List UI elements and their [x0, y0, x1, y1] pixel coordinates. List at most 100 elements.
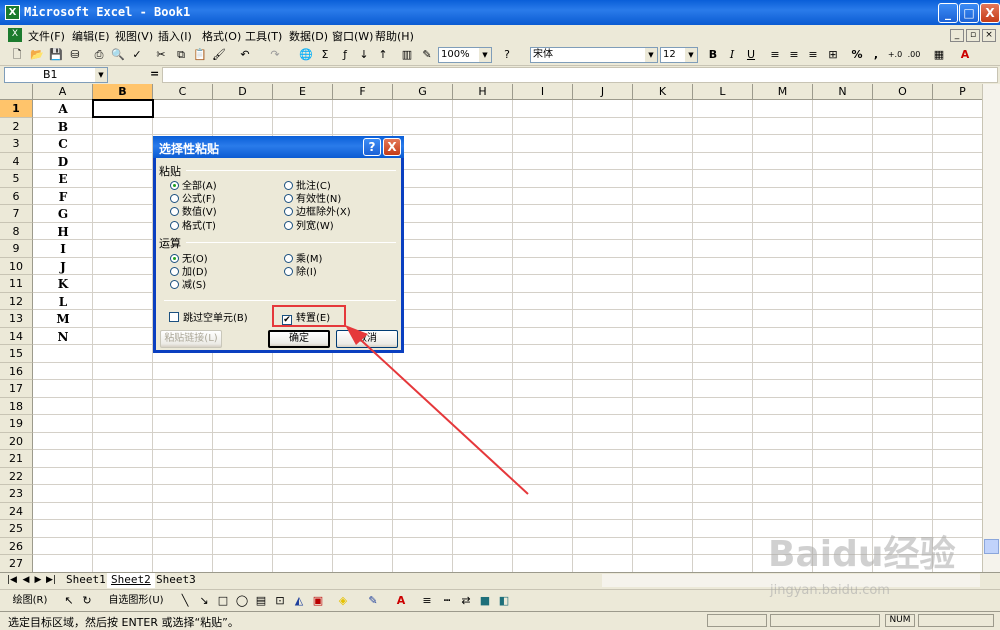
- percent-button[interactable]: %: [848, 46, 866, 64]
- cut-icon[interactable]: ✂: [152, 46, 170, 64]
- wordart-icon[interactable]: ⊡: [271, 592, 289, 610]
- 3d-icon[interactable]: ◧: [495, 592, 513, 610]
- worksheet-grid[interactable]: A B C D E F G H I J K L M N O P 1 2 3 4 5 6 7 8 9 10 11 12 13 14 15 16 1…: [0, 84, 982, 572]
- undo-icon[interactable]: ↶: [236, 46, 254, 64]
- row-header[interactable]: 6: [0, 187, 33, 205]
- row-header[interactable]: 7: [0, 205, 33, 223]
- bold-button[interactable]: B: [704, 46, 722, 64]
- cell-a[interactable]: F: [33, 188, 93, 206]
- scroll-thumb[interactable]: [984, 539, 999, 554]
- cell-a[interactable]: L: [33, 293, 93, 311]
- row-header[interactable]: 20: [0, 432, 33, 450]
- menu-insert[interactable]: 插入(I): [158, 28, 192, 44]
- skip-blanks-checkbox[interactable]: 跳过空单元(B): [169, 309, 248, 324]
- doc-close-button[interactable]: ×: [982, 29, 996, 42]
- row-header[interactable]: 18: [0, 397, 33, 415]
- font-select[interactable]: 宋体 ▼: [530, 47, 658, 63]
- formula-input[interactable]: [162, 67, 998, 83]
- name-box[interactable]: B1 ▼: [4, 67, 108, 83]
- workbook-icon[interactable]: X: [8, 28, 22, 42]
- rectangle-icon[interactable]: □: [214, 592, 232, 610]
- column-header[interactable]: F: [333, 84, 393, 100]
- line-icon[interactable]: ╲: [176, 592, 194, 610]
- ok-button[interactable]: 确定: [268, 330, 330, 348]
- increase-decimal-icon[interactable]: +.0: [886, 46, 904, 64]
- borders-icon[interactable]: ▦: [930, 46, 948, 64]
- column-header[interactable]: B: [93, 84, 153, 100]
- tab-last-icon[interactable]: ▶|: [45, 574, 57, 587]
- chart-wizard-icon[interactable]: ▥: [398, 46, 416, 64]
- arrow-icon[interactable]: ↘: [195, 592, 213, 610]
- row-header[interactable]: 19: [0, 415, 33, 433]
- column-header[interactable]: P: [933, 84, 982, 100]
- comma-button[interactable]: ,: [867, 46, 885, 64]
- row-header[interactable]: 27: [0, 555, 33, 572]
- column-header[interactable]: E: [273, 84, 333, 100]
- row-header[interactable]: 21: [0, 450, 33, 468]
- close-button[interactable]: X: [980, 3, 1000, 23]
- select-objects-icon[interactable]: ↖: [60, 592, 78, 610]
- tab-first-icon[interactable]: |◀: [6, 574, 18, 587]
- paste-column-widths-radio[interactable]: 列宽(W): [284, 217, 334, 232]
- cell-a[interactable]: H: [33, 223, 93, 241]
- column-header[interactable]: A: [33, 84, 93, 100]
- italic-button[interactable]: I: [723, 46, 741, 64]
- maximize-button[interactable]: □: [959, 3, 979, 23]
- arrow-style-icon[interactable]: ⇄: [457, 592, 475, 610]
- row-header[interactable]: 12: [0, 292, 33, 310]
- cancel-button[interactable]: 取消: [336, 330, 398, 348]
- row-header[interactable]: 24: [0, 502, 33, 520]
- font-size-select[interactable]: 12 ▼: [660, 47, 698, 63]
- cell-a[interactable]: K: [33, 275, 93, 293]
- font-color-icon[interactable]: A: [956, 46, 974, 64]
- menu-edit[interactable]: 编辑(E): [72, 28, 110, 44]
- underline-button[interactable]: U: [742, 46, 760, 64]
- excel-app-icon[interactable]: X: [5, 5, 20, 20]
- textbox-icon[interactable]: ▤: [252, 592, 270, 610]
- autosum-icon[interactable]: Σ: [316, 46, 334, 64]
- cell-a[interactable]: G: [33, 205, 93, 223]
- merge-center-icon[interactable]: ⊞: [824, 46, 842, 64]
- tab-sheet3[interactable]: Sheet3: [152, 573, 200, 588]
- clipart-icon[interactable]: ▣: [309, 592, 327, 610]
- draw-font-color-icon[interactable]: A: [392, 592, 410, 610]
- print-icon[interactable]: ⎙: [90, 46, 108, 64]
- draw-menu-button[interactable]: 绘图(R): [8, 592, 52, 610]
- format-painter-icon[interactable]: 🖌: [210, 46, 228, 64]
- align-center-icon[interactable]: ≡: [785, 46, 803, 64]
- tab-sheet1[interactable]: Sheet1: [62, 573, 110, 588]
- new-icon[interactable]: 🗋: [8, 46, 26, 64]
- column-header[interactable]: D: [213, 84, 273, 100]
- help-icon[interactable]: ?: [498, 46, 516, 64]
- paste-formats-radio[interactable]: 格式(T): [170, 217, 216, 232]
- drawing-icon[interactable]: ✎: [418, 46, 436, 64]
- decrease-decimal-icon[interactable]: .00: [905, 46, 923, 64]
- column-header[interactable]: I: [513, 84, 573, 100]
- row-header[interactable]: 1: [0, 100, 33, 118]
- row-header[interactable]: 26: [0, 537, 33, 555]
- formula-equals-icon[interactable]: =: [150, 67, 159, 80]
- menu-view[interactable]: 视图(V): [115, 28, 153, 44]
- row-header[interactable]: 8: [0, 222, 33, 240]
- column-header[interactable]: J: [573, 84, 633, 100]
- diagram-icon[interactable]: ◭: [290, 592, 308, 610]
- hyperlink-icon[interactable]: 🌐: [297, 46, 315, 64]
- cell-a[interactable]: J: [33, 258, 93, 276]
- cell-a[interactable]: D: [33, 153, 93, 171]
- copy-icon[interactable]: ⧉: [172, 46, 190, 64]
- cell-a[interactable]: C: [33, 135, 93, 153]
- minimize-button[interactable]: _: [938, 3, 958, 23]
- function-icon[interactable]: ƒ: [336, 46, 354, 64]
- select-all-corner[interactable]: [0, 84, 33, 100]
- align-left-icon[interactable]: ≡: [766, 46, 784, 64]
- column-header[interactable]: N: [813, 84, 873, 100]
- dialog-close-button[interactable]: X: [383, 138, 401, 156]
- redo-icon[interactable]: ↷: [266, 46, 284, 64]
- column-header[interactable]: H: [453, 84, 513, 100]
- row-header[interactable]: 16: [0, 362, 33, 380]
- cell-a[interactable]: B: [33, 118, 93, 136]
- row-header[interactable]: 22: [0, 467, 33, 485]
- shadow-icon[interactable]: ■: [476, 592, 494, 610]
- save-icon[interactable]: 💾: [47, 46, 65, 64]
- cell-a[interactable]: M: [33, 310, 93, 328]
